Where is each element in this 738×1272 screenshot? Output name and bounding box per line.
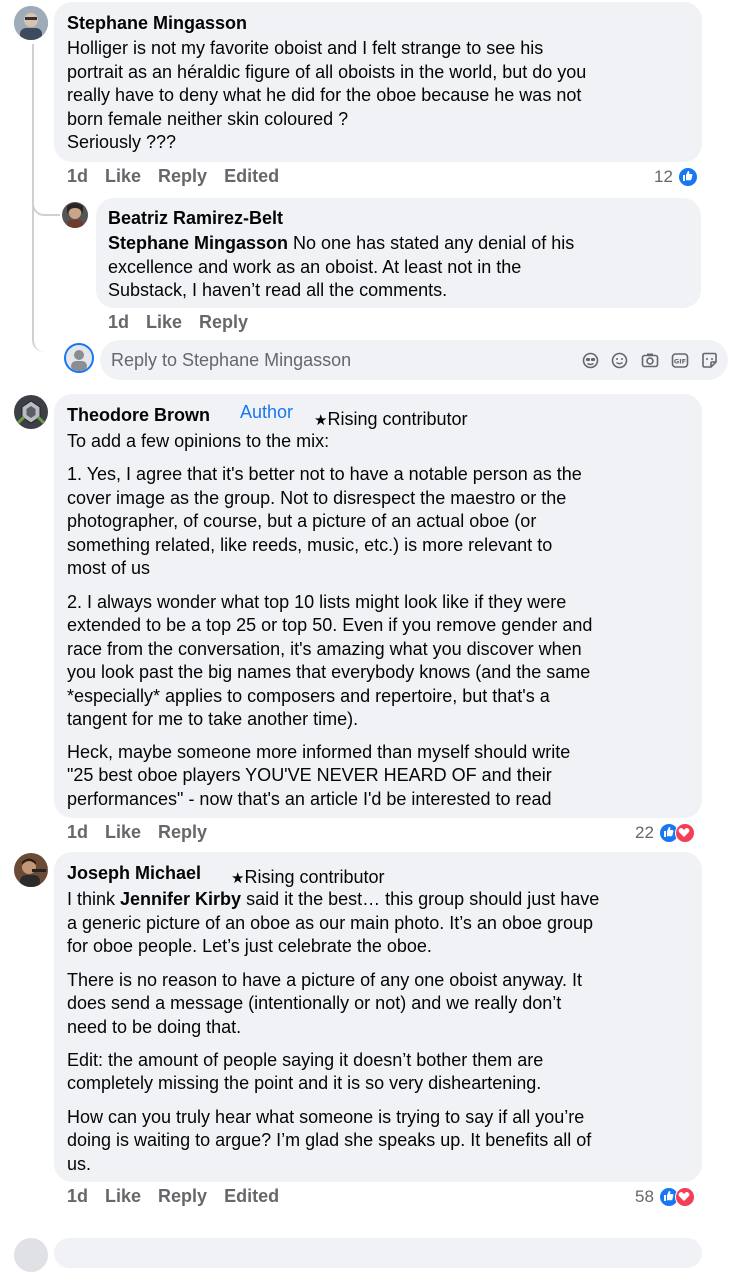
comment-line: a generic picture of an oboe as our main… [67,913,594,933]
comment-line: Stephane Mingasson No one has stated any… [108,232,574,256]
comment-line: 1. Yes, I agree that it's better not to … [67,464,582,484]
avatar[interactable] [14,1238,48,1272]
thread-connector [32,300,60,352]
gif-icon[interactable]: GIF [671,352,689,369]
comment-line: tangent for me to take another time). [67,709,359,729]
rising-contributor-badge: ★Rising contributor [311,408,471,432]
comment-line: something related, like reeds, music, et… [67,535,553,555]
comment-line: does send a message (intentionally or no… [67,993,562,1013]
reply-button[interactable]: Reply [158,822,207,843]
badge-label: Rising contributor [244,867,385,887]
reply-placeholder: Reply to Stephane Mingasson [111,350,352,370]
reaction-count: 58 [635,1187,654,1206]
avatar[interactable] [62,202,88,228]
comment-author[interactable]: Joseph Michael [67,862,201,884]
comment-line: Substack, I haven’t read all the comment… [108,280,448,300]
comment-line: for oboe people. Let’s just celebrate th… [67,936,432,956]
avatar-sticker-icon[interactable] [582,352,599,369]
comment-text: said it the best… this group should just… [241,889,600,909]
star-icon: ★ [231,870,245,887]
comment-line: need to be doing that. [67,1017,242,1037]
badge-label: Rising contributor [327,409,468,429]
comment-line: you look past the big names that everybo… [67,662,591,682]
comment-author[interactable]: Stephane Mingasson [67,12,247,34]
comment-line: race from the conversation, it's amazing… [67,639,582,659]
like-reaction-icon [677,167,698,187]
mention-link[interactable]: Stephane Mingasson [108,233,288,253]
reaction-count: 12 [654,167,673,186]
reply-connector [32,190,60,216]
comment-line: Holliger is not my favorite oboist and I… [67,38,544,58]
mention-link[interactable]: Jennifer Kirby [120,889,241,909]
timestamp[interactable]: 1d [67,822,88,843]
comment-line: There is no reason to have a picture of … [67,970,582,990]
comment-text: No one has stated any denial of his [288,233,575,253]
emoji-icon[interactable] [611,352,628,369]
comment-line: extended to be a top 25 or top 50. Even … [67,615,593,635]
comment-line: To add a few opinions to the mix: [67,431,330,451]
comment-line: Seriously ??? [67,132,177,152]
comment-line: I think Jennifer Kirby said it the best…… [67,888,599,912]
timestamp[interactable]: 1d [67,1186,88,1207]
comment-line: 2. I always wonder what top 10 lists mig… [67,592,567,612]
comment-line: portrait as an héraldic figure of all ob… [67,62,587,82]
comment-line: *especially* applies to composers and re… [67,686,550,706]
star-icon: ★ [314,412,328,429]
love-reaction-icon [674,1187,695,1207]
comment-text: I think [67,889,121,909]
reaction-summary[interactable]: 22 [635,823,695,843]
comment-line: completely missing the point and it is s… [67,1073,542,1093]
comment-line: photographer, of course, but a picture o… [67,511,537,531]
comment-actions: 1d Like Reply Edited [67,166,296,187]
comment-actions: 1d Like Reply Edited [67,1186,296,1207]
sticker-icon[interactable] [701,352,718,369]
reply-button[interactable]: Reply [158,166,207,187]
comment-line: performances" - now that's an article I'… [67,789,552,809]
like-button[interactable]: Like [146,312,182,333]
comment-line: doing is waiting to argue? I’m glad she … [67,1130,592,1150]
comment-actions: 1d Like Reply [108,312,265,333]
reply-button[interactable]: Reply [158,1186,207,1207]
comment-line: Heck, maybe someone more informed than m… [67,742,571,762]
rising-contributor-badge: ★Rising contributor [228,866,388,890]
comment-actions: 1d Like Reply [67,822,224,843]
comment-line: cover image as the group. Not to disresp… [67,488,567,508]
avatar[interactable] [14,853,48,887]
thread-line [32,44,34,334]
like-button[interactable]: Like [105,1186,141,1207]
comment-line: born female neither skin coloured ? [67,109,349,129]
timestamp[interactable]: 1d [108,312,129,333]
reaction-summary[interactable]: 58 [635,1187,695,1207]
comment-line: Edit: the amount of people saying it doe… [67,1050,544,1070]
comment-line: us. [67,1154,92,1174]
svg-text:GIF: GIF [674,358,686,366]
reaction-count: 22 [635,823,654,842]
comment-line: most of us [67,558,151,578]
timestamp[interactable]: 1d [67,166,88,187]
comment-line: excellence and work as an oboist. At lea… [108,257,522,277]
reply-button[interactable]: Reply [199,312,248,333]
edited-label[interactable]: Edited [224,1186,279,1207]
like-button[interactable]: Like [105,822,141,843]
camera-icon[interactable] [641,352,659,369]
edited-label[interactable]: Edited [224,166,279,187]
comment-line: How can you truly hear what someone is t… [67,1107,585,1127]
reaction-summary[interactable]: 12 [654,167,698,187]
current-user-avatar [64,343,94,373]
love-reaction-icon [674,823,695,843]
comment-line: "25 best oboe players YOU'VE NEVER HEARD… [67,765,552,785]
like-button[interactable]: Like [105,166,141,187]
comment-line: really have to deny what he did for the … [67,85,582,105]
comment-author[interactable]: Beatriz Ramirez-Belt [108,207,283,229]
author-tag: Author [240,402,294,422]
comment-author[interactable]: Theodore Brown [67,404,210,426]
avatar[interactable] [14,6,48,40]
comment-bubble [54,1238,702,1268]
avatar[interactable] [14,395,48,429]
